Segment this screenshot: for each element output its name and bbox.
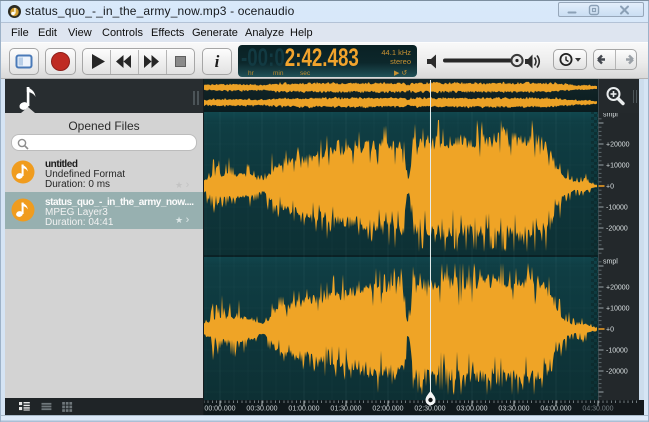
svg-text:02:30.000: 02:30.000 (414, 406, 445, 413)
svg-text:00:30.000: 00:30.000 (246, 406, 277, 413)
svg-text:+0: +0 (606, 327, 614, 334)
svg-text:04:00.000: 04:00.000 (540, 406, 571, 413)
svg-text:+10000: +10000 (606, 163, 630, 170)
svg-text:-10000: -10000 (606, 348, 628, 355)
svg-text:+20000: +20000 (606, 285, 630, 292)
svg-text:01:30.000: 01:30.000 (330, 406, 361, 413)
svg-text:-20000: -20000 (606, 226, 628, 233)
svg-text:+20000: +20000 (606, 142, 630, 149)
svg-text:-20000: -20000 (606, 369, 628, 376)
svg-text:03:30.000: 03:30.000 (498, 406, 529, 413)
svg-text:02:00.000: 02:00.000 (372, 406, 403, 413)
svg-text:01:00.000: 01:00.000 (288, 406, 319, 413)
svg-text:-10000: -10000 (606, 205, 628, 212)
svg-text:+10000: +10000 (606, 306, 630, 313)
svg-text:00:00.000: 00:00.000 (204, 406, 235, 413)
svg-text:i: i (215, 52, 220, 71)
svg-text:04:30.000: 04:30.000 (582, 406, 613, 413)
svg-text:03:00.000: 03:00.000 (456, 406, 487, 413)
svg-text:+0: +0 (606, 184, 614, 191)
svg-text:smpl: smpl (603, 259, 618, 266)
